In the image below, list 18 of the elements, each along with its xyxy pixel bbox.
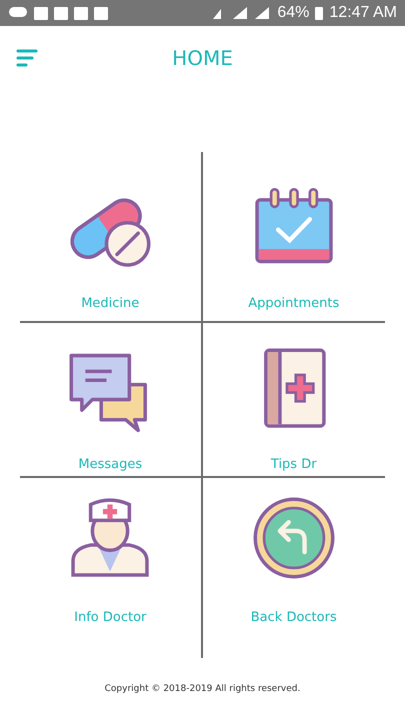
tile-label[interactable]: Tips Dr xyxy=(270,457,317,472)
tile-label[interactable]: Messages xyxy=(78,457,142,472)
tile-label[interactable]: Back Doctors xyxy=(250,610,337,625)
battery-icon xyxy=(315,6,324,20)
notification-icon xyxy=(74,6,88,20)
tile-label[interactable]: Info Doctor xyxy=(74,610,146,625)
chat-icon xyxy=(8,6,28,20)
notification-icon xyxy=(94,6,108,20)
tile-label[interactable]: Appointments xyxy=(248,296,340,311)
notification-icon xyxy=(34,6,48,20)
battery-level: 64% xyxy=(277,4,310,22)
notification-icon xyxy=(54,6,68,20)
menu-icon xyxy=(16,48,40,68)
signal-icons xyxy=(211,5,272,21)
clock: 12:47 AM xyxy=(329,4,397,22)
page-title: HOME xyxy=(172,46,233,70)
copyright-text: Copyright © 2018-2019 All rights reserved. xyxy=(104,684,300,694)
tile-label[interactable]: Medicine xyxy=(81,296,140,311)
